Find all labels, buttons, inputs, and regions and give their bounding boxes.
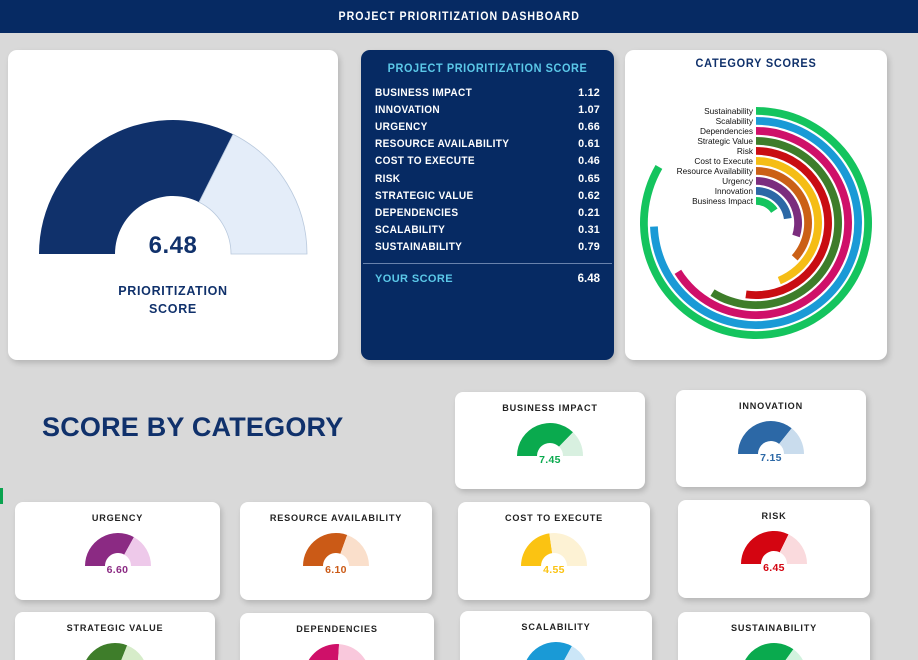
mini-gauge-label: STRATEGIC VALUE [66,623,164,634]
score-row: BUSINESS IMPACT 1.12 [375,84,600,101]
mini-gauge-arc [460,638,652,660]
score-row-value: 0.79 [578,241,600,254]
score-row-label: URGENCY [375,120,428,133]
score-row-label: STRATEGIC VALUE [375,189,474,202]
mini-gauge-label: RESOURCE AVAILABILITY [269,513,403,524]
main-gauge-caption: PRIORITIZATION SCORE [8,282,338,318]
page-title: PROJECT PRIORITIZATION DASHBOARD [338,10,580,23]
mini-gauge-arc [240,529,432,569]
score-row: URGENCY 0.66 [375,118,600,135]
score-row: INNOVATION 1.07 [375,101,600,118]
radial-arc-label: Resource Availability [677,166,754,176]
radial-arc-label: Business Impact [692,196,754,206]
score-row-value: 0.31 [578,224,600,237]
mini-gauge-label: SCALABILITY [521,622,591,633]
score-row-label: RISK [375,172,401,185]
radial-arc-label: Innovation [715,186,754,196]
score-row: RISK 0.65 [375,170,600,187]
radial-arc-label: Sustainability [704,106,754,116]
score-row-value: 0.66 [578,120,600,133]
mini-gauge-arc [678,639,870,660]
radial-arc-label: Scalability [716,116,754,126]
mini-gauge-value: 6.10 [325,564,347,576]
score-row: SCALABILITY 0.31 [375,222,600,239]
mini-gauge-card[interactable]: BUSINESS IMPACT 7.45 [455,392,645,489]
mini-gauge-card[interactable]: SCALABILITY [460,611,652,660]
mini-gauge-card[interactable]: RISK 6.45 [678,500,870,598]
prioritization-score-card: 6.48 PRIORITIZATION SCORE [8,50,338,360]
mini-gauge-card[interactable]: STRATEGIC VALUE [15,612,215,660]
score-row-value: 0.61 [578,138,600,151]
app-header: PROJECT PRIORITIZATION DASHBOARD [0,0,918,33]
mini-gauge-label: COST TO EXECUTE [504,513,604,524]
radial-arc-label: Urgency [722,176,754,186]
mini-gauge-value: 7.45 [539,454,561,466]
your-score-value: 6.48 [577,272,600,285]
mini-gauge-value: 6.60 [106,564,129,576]
mini-gauge-arc [15,639,215,660]
score-breakdown-title: PROJECT PRIORITIZATION SCORE [387,63,588,75]
score-row-value: 1.12 [578,86,600,99]
score-row: RESOURCE AVAILABILITY 0.61 [375,136,600,153]
your-score-label: YOUR SCORE [375,272,453,285]
score-row: COST TO EXECUTE 0.46 [375,153,600,170]
mini-gauge-arc [458,529,650,569]
score-divider [363,262,612,264]
mini-gauge-label: RISK [761,511,787,522]
score-row-value: 0.62 [578,189,600,202]
score-row: STRATEGIC VALUE 0.62 [375,187,600,204]
section-title: SCORE BY CATEGORY [42,412,344,442]
score-breakdown-card: PROJECT PRIORITIZATION SCORE BUSINESS IM… [361,50,614,360]
radial-arc-label: Dependencies [700,126,753,136]
category-scores-card: CATEGORY SCORES Sustainability Scalabilit… [625,50,887,360]
mini-gauge-arc [676,417,866,457]
mini-gauge-value: 7.15 [760,452,782,464]
mini-gauge-card[interactable]: RESOURCE AVAILABILITY 6.10 [240,502,432,600]
mini-gauge-value: 6.45 [763,562,785,574]
score-row-value: 0.21 [578,206,600,219]
mini-gauge-arc [678,527,870,567]
radial-arc-label: Risk [737,146,754,156]
mini-gauge-label: SUSTAINABILITY [730,623,818,634]
mini-gauge-card[interactable]: DEPENDENCIES [240,613,434,660]
mini-gauge-label: DEPENDENCIES [296,624,378,635]
mini-gauge-label: URGENCY [91,513,144,524]
mini-gauge-arc [455,419,645,459]
score-row-list: BUSINESS IMPACT 1.12 INNOVATION 1.07 URGENCY… [375,84,600,256]
score-row-label: RESOURCE AVAILABILITY [375,138,510,151]
radial-arc-label: Cost to Execute [694,156,753,166]
mini-gauge-card[interactable]: URGENCY 6.60 [15,502,220,600]
mini-gauge-value: 4.55 [543,564,565,576]
score-row-label: DEPENDENCIES [375,206,459,219]
score-row: DEPENDENCIES 0.21 [375,204,600,221]
score-row: SUSTAINABILITY 0.79 [375,239,600,256]
edge-accent-sliver [0,488,3,504]
mini-gauge-label: BUSINESS IMPACT [502,403,598,414]
main-gauge-caption-line1: PRIORITIZATION [118,284,228,298]
main-gauge-caption-line2: SCORE [149,302,197,317]
mini-gauge-arc [15,529,220,569]
mini-gauge-card[interactable]: INNOVATION 7.15 [676,390,866,487]
radial-chart: Sustainability Scalability Dependencies Str… [625,78,887,358]
score-row-value: 1.07 [578,103,600,116]
score-row-label: INNOVATION [375,103,441,116]
mini-gauge-arc [240,640,434,660]
score-row-value: 0.46 [578,155,600,168]
score-row-label: COST TO EXECUTE [375,155,475,168]
score-row-label: BUSINESS IMPACT [375,86,473,99]
category-scores-title: CATEGORY SCORES [695,58,817,70]
mini-gauge-card[interactable]: SUSTAINABILITY [678,612,870,660]
main-gauge-value: 6.48 [148,232,198,259]
dashboard-root: PROJECT PRIORITIZATION DASHBOARD 6.48 PR… [0,0,918,660]
radial-arc-label: Strategic Value [697,136,753,146]
mini-gauge-card[interactable]: COST TO EXECUTE 4.55 [458,502,650,600]
mini-gauge-label: INNOVATION [739,401,803,412]
score-row-label: SCALABILITY [375,224,446,237]
score-row-label: SUSTAINABILITY [375,241,463,254]
your-score-row: YOUR SCORE 6.48 [375,273,600,285]
radial-chart-svg: SustainabilityScalabilityDependenciesStr… [640,106,872,339]
score-row-value: 0.65 [578,172,600,185]
